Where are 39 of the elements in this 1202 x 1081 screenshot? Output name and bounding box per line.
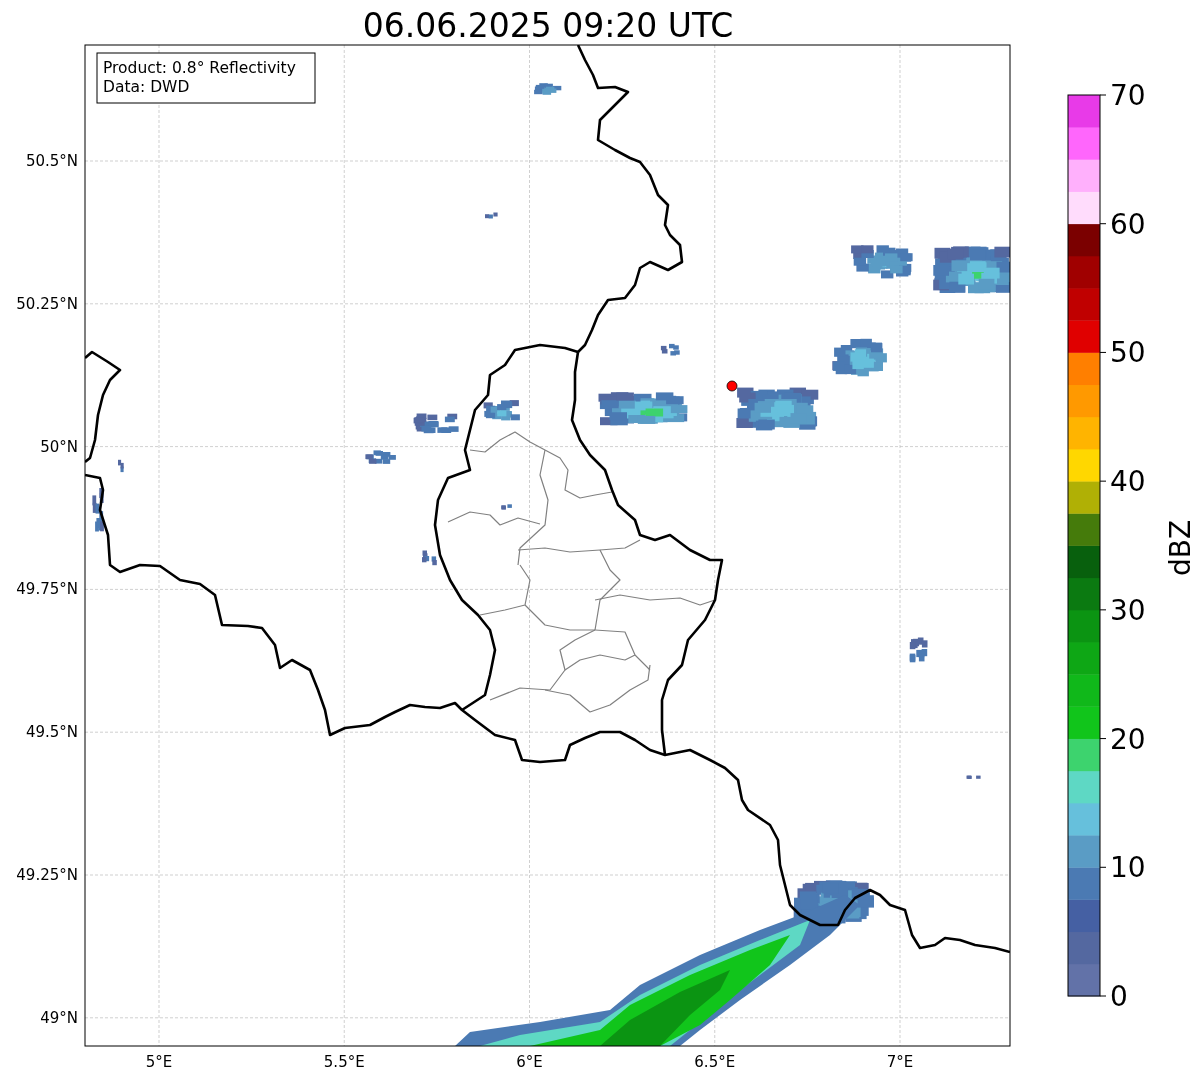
radar-echo [909,637,928,663]
longitude-label: 5°E [145,1053,173,1071]
latitude-label: 49.25°N [16,866,78,884]
latitude-label: 50.25°N [16,294,78,313]
radar-echo [966,775,981,779]
latitude-label: 50°N [40,437,78,456]
colorbar-tick-label: 70 [1110,79,1146,112]
radar-echo [501,504,512,510]
latitude-label: 49.5°N [25,723,78,742]
radar-echo [365,450,396,464]
radar-echo [483,400,520,421]
longitude-label: 7°E [886,1053,914,1071]
radar-echo [118,459,124,473]
radar-echo [92,488,104,532]
radar-echo [832,338,887,377]
plot-title: 06.06.2025 09:20 UTC [362,6,734,45]
colorbar-tick-label: 10 [1110,851,1146,885]
colorbar-tick-label: 20 [1110,722,1146,756]
radar-site-marker [726,380,738,392]
latitude-label: 50.5°N [25,152,78,170]
radar-echo [413,413,459,434]
colorbar-tick-label: 40 [1110,465,1146,499]
radar-echo [485,212,498,219]
longitude-label: 5.5°E [323,1053,365,1071]
info-text: Data: DWD [103,78,190,96]
longitude-label: 6.5°E [694,1053,736,1071]
longitude-label: 6°E [516,1053,543,1071]
colorbar-tick-label: 30 [1110,593,1146,627]
latitude-label: 49.75°N [16,580,78,599]
colorbar-tick-label: 60 [1110,207,1146,241]
radar-echo [534,83,562,95]
radar-echo [660,343,680,356]
info-text: Product: 0.8° Reflectivity [103,59,296,77]
colorbar-tick-label: 50 [1110,336,1146,370]
latitude-label: 49°N [40,1008,78,1027]
radar-echo [851,245,913,279]
colorbar-tick-label: 0 [1110,980,1128,1013]
radar-echo [422,550,437,566]
colorbar-label: dBZ [1164,519,1197,577]
